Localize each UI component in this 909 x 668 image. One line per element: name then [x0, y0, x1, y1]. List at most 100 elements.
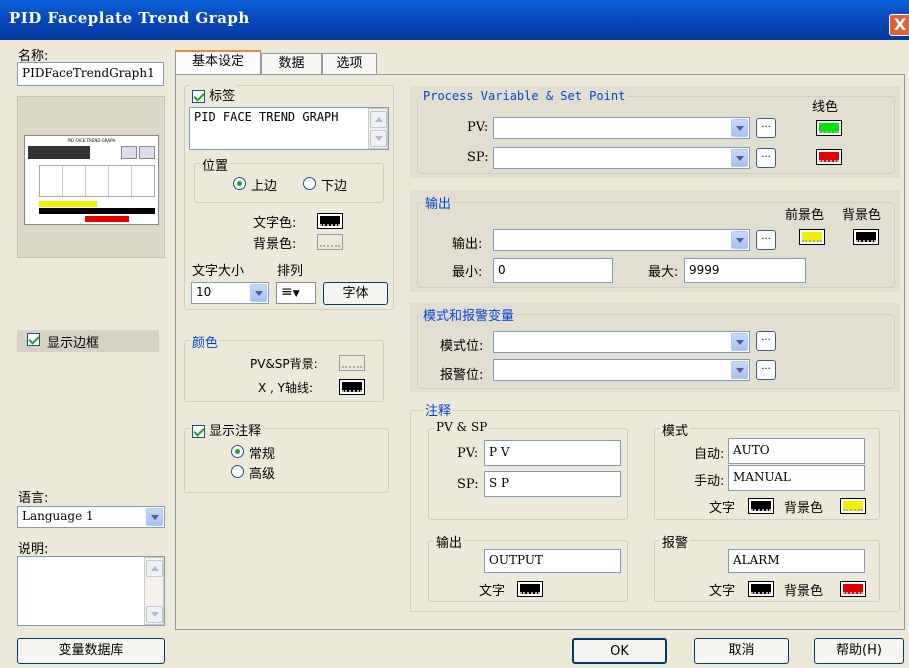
tab-basic-settings[interactable]: 基本设定	[175, 50, 261, 74]
label-checkbox-row: 标签	[190, 85, 238, 104]
pos-top-radio[interactable]	[233, 176, 246, 191]
window-title: PID Faceplate Trend Graph	[9, 9, 250, 27]
pvsp-bg-label: PV&SP背景:	[250, 357, 318, 371]
show-border-checkbox[interactable]	[27, 332, 40, 347]
pv-browse-button[interactable]: ...	[756, 118, 776, 138]
color-group-label: 颜色	[190, 332, 221, 351]
note-advanced-radio[interactable]	[231, 464, 244, 479]
preview-button	[139, 146, 155, 159]
show-border-label: 显示边框	[47, 336, 100, 351]
notes-alarm-label: 报警	[660, 532, 691, 551]
notes-pv-input[interactable]: P V	[484, 440, 621, 466]
pos-bottom-radio[interactable]	[303, 176, 316, 191]
mode-text-swatch[interactable]	[748, 498, 774, 514]
mode-bit-select[interactable]	[493, 331, 750, 353]
preview-bar	[39, 201, 97, 207]
label-checkbox[interactable]	[192, 90, 205, 103]
auto-label: 自动:	[694, 447, 725, 462]
align-label: 排列	[277, 264, 304, 279]
notes-sp-input[interactable]: S P	[484, 471, 621, 497]
min-input[interactable]: 0	[493, 258, 613, 283]
preview-trend-area	[39, 165, 155, 197]
scroll-down-icon[interactable]	[146, 606, 163, 623]
bg-color-label: 背景色:	[253, 237, 297, 252]
text-color-swatch[interactable]	[317, 213, 343, 229]
sp-select[interactable]	[493, 147, 750, 169]
tag-database-button[interactable]: 变量数据库	[17, 638, 165, 664]
chevron-down-icon[interactable]	[146, 508, 163, 526]
sp-label: SP:	[467, 150, 489, 165]
font-size-label: 文字大小	[192, 264, 245, 279]
cancel-button[interactable]: 取消	[694, 638, 789, 664]
max-input[interactable]: 9999	[684, 258, 806, 283]
preview-thumbnail: PID FACE TREND GRAPH	[24, 135, 159, 225]
output-text-label: 文字	[479, 584, 506, 599]
note-normal-radio[interactable]	[231, 444, 244, 459]
chevron-down-icon[interactable]	[731, 361, 748, 379]
language-label: 语言:	[18, 491, 49, 506]
description-scrollbar[interactable]	[144, 557, 164, 625]
manual-input[interactable]: MANUAL	[728, 465, 865, 491]
sp-line-color-swatch[interactable]	[816, 149, 842, 165]
notes-alarm-input[interactable]: ALARM	[728, 549, 865, 573]
auto-input[interactable]: AUTO	[728, 438, 865, 464]
pv-select[interactable]	[493, 117, 750, 139]
name-input[interactable]: PIDFaceTrendGraph1	[17, 62, 164, 86]
preview-button	[121, 146, 137, 159]
chevron-down-icon[interactable]	[731, 119, 748, 137]
chevron-down-icon[interactable]	[731, 231, 748, 249]
font-button[interactable]: 字体	[323, 282, 388, 305]
label-scrollbar[interactable]	[368, 108, 388, 149]
notes-output-input[interactable]: OUTPUT	[484, 549, 621, 573]
output-bg-swatch[interactable]	[853, 229, 879, 245]
alarm-bit-browse-button[interactable]: ...	[756, 360, 776, 380]
output-label: 输出:	[452, 237, 483, 252]
preview-nav-buttons	[28, 146, 90, 159]
output-browse-button[interactable]: ...	[756, 230, 776, 250]
scroll-up-icon[interactable]	[146, 560, 163, 577]
pvsp-title: Process Variable & Set Point	[421, 89, 628, 103]
note-advanced-label: 高级	[249, 467, 276, 482]
mode-bg-label: 背景色	[784, 501, 824, 516]
output-fg-swatch[interactable]	[799, 229, 825, 245]
preview-bar	[85, 216, 129, 222]
mode-bit-browse-button[interactable]: ...	[756, 331, 776, 351]
xy-axis-swatch[interactable]	[339, 379, 365, 395]
tab-data[interactable]: 数据	[261, 53, 322, 75]
alarm-bg-swatch[interactable]	[840, 581, 866, 597]
tab-options[interactable]: 选项	[322, 53, 377, 75]
help-button[interactable]: 帮助(H)	[814, 638, 904, 664]
sp-browse-button[interactable]: ...	[756, 148, 776, 168]
bg-color-swatch[interactable]	[317, 234, 343, 250]
xy-axis-label: X , Y轴线:	[258, 381, 314, 395]
chevron-down-icon[interactable]	[250, 284, 267, 302]
text-color-label: 文字色:	[253, 216, 297, 231]
pv-line-color-swatch[interactable]	[816, 120, 842, 136]
notes-title: 注释	[423, 400, 454, 419]
align-dropdown[interactable]: ≡▼	[276, 282, 316, 304]
alarm-text-swatch[interactable]	[748, 581, 774, 597]
pos-top-label: 上边	[251, 179, 278, 194]
language-select[interactable]: Language 1	[17, 506, 165, 528]
notes-output-label: 输出	[434, 532, 465, 551]
description-textarea[interactable]	[17, 556, 165, 626]
chevron-down-icon[interactable]	[731, 333, 748, 351]
ok-button[interactable]: OK	[572, 638, 667, 664]
show-note-checkbox[interactable]	[192, 425, 205, 438]
label-textarea[interactable]: PID FACE TREND GRAPH	[189, 107, 389, 150]
pv-label: PV:	[467, 120, 489, 135]
alarm-bit-select[interactable]	[493, 359, 750, 381]
scroll-down-icon[interactable]	[370, 130, 387, 147]
output-text-swatch[interactable]	[517, 581, 543, 597]
language-value: Language 1	[22, 509, 94, 523]
close-button[interactable]: X	[889, 14, 909, 36]
bg-color-label: 背景色	[842, 208, 882, 223]
mode-alarm-title: 模式和报警变量	[421, 305, 517, 324]
mode-bg-swatch[interactable]	[840, 498, 866, 514]
font-size-select[interactable]: 10	[191, 282, 269, 304]
scroll-up-icon[interactable]	[370, 111, 387, 128]
notes-pv-label: PV:	[457, 446, 479, 461]
output-select[interactable]	[493, 229, 750, 251]
chevron-down-icon[interactable]	[731, 149, 748, 167]
pvsp-bg-swatch[interactable]	[339, 355, 365, 371]
